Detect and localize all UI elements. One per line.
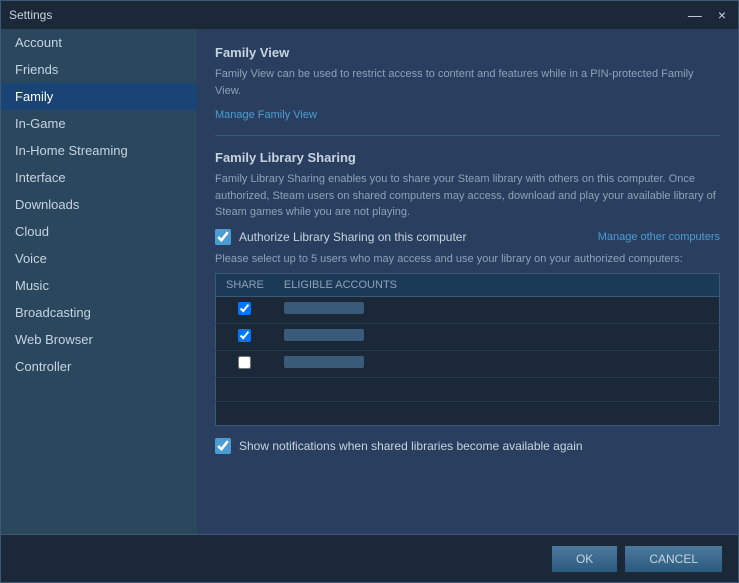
sidebar-item-controller[interactable]: Controller bbox=[1, 353, 197, 380]
row2-checkbox-cell[interactable] bbox=[216, 323, 274, 350]
sidebar-item-music[interactable]: Music bbox=[1, 272, 197, 299]
sidebar-item-cloud[interactable]: Cloud bbox=[1, 218, 197, 245]
notifications-checkbox[interactable] bbox=[215, 438, 231, 454]
cancel-button[interactable]: CANCEL bbox=[625, 546, 722, 572]
row2-checkbox[interactable] bbox=[238, 329, 251, 342]
row3-checkbox-cell[interactable] bbox=[216, 350, 274, 377]
titlebar-controls: — × bbox=[684, 6, 730, 24]
table-empty-row bbox=[216, 377, 720, 401]
family-library-description: Family Library Sharing enables you to sh… bbox=[215, 171, 720, 221]
sidebar: Account Friends Family In-Game In-Home S… bbox=[1, 29, 197, 534]
close-button[interactable]: × bbox=[714, 6, 730, 24]
sidebar-item-downloads[interactable]: Downloads bbox=[1, 191, 197, 218]
row3-account bbox=[274, 350, 720, 377]
sidebar-item-in-game[interactable]: In-Game bbox=[1, 110, 197, 137]
share-column-header: SHARE bbox=[216, 273, 274, 296]
eligible-accounts-table: SHARE ELIGIBLE ACCOUNTS bbox=[215, 273, 720, 426]
table-row bbox=[216, 323, 720, 350]
row1-checkbox[interactable] bbox=[238, 302, 251, 315]
table-row bbox=[216, 296, 720, 323]
settings-window: Settings — × Account Friends Family In-G… bbox=[0, 0, 739, 583]
family-view-title: Family View bbox=[215, 45, 720, 60]
sidebar-item-account[interactable]: Account bbox=[1, 29, 197, 56]
minimize-button[interactable]: — bbox=[684, 6, 706, 24]
window-title: Settings bbox=[9, 8, 52, 22]
content-area: Account Friends Family In-Game In-Home S… bbox=[1, 29, 738, 534]
bottom-bar: OK CANCEL bbox=[1, 534, 738, 582]
manage-other-computers-link[interactable]: Manage other computers bbox=[598, 231, 720, 243]
row2-account bbox=[274, 323, 720, 350]
sidebar-item-family[interactable]: Family bbox=[1, 83, 197, 110]
sidebar-item-voice[interactable]: Voice bbox=[1, 245, 197, 272]
row3-checkbox[interactable] bbox=[238, 356, 251, 369]
family-view-description: Family View can be used to restrict acce… bbox=[215, 66, 720, 99]
authorize-row: Authorize Library Sharing on this comput… bbox=[215, 229, 720, 245]
accounts-column-header: ELIGIBLE ACCOUNTS bbox=[274, 273, 720, 296]
sidebar-item-web-browser[interactable]: Web Browser bbox=[1, 326, 197, 353]
account2-name bbox=[284, 329, 364, 341]
sidebar-item-interface[interactable]: Interface bbox=[1, 164, 197, 191]
titlebar: Settings — × bbox=[1, 1, 738, 29]
notifications-label: Show notifications when shared libraries… bbox=[239, 439, 583, 453]
sidebar-item-friends[interactable]: Friends bbox=[1, 56, 197, 83]
section-divider bbox=[215, 135, 720, 136]
authorize-label: Authorize Library Sharing on this comput… bbox=[239, 230, 466, 244]
table-empty-row bbox=[216, 401, 720, 425]
table-header-row: SHARE ELIGIBLE ACCOUNTS bbox=[216, 273, 720, 296]
manage-family-view-link[interactable]: Manage Family View bbox=[215, 109, 317, 121]
account1-name bbox=[284, 302, 364, 314]
authorize-checkbox-label[interactable]: Authorize Library Sharing on this comput… bbox=[215, 229, 466, 245]
row1-checkbox-cell[interactable] bbox=[216, 296, 274, 323]
row1-account bbox=[274, 296, 720, 323]
ok-button[interactable]: OK bbox=[552, 546, 617, 572]
notifications-checkbox-label[interactable]: Show notifications when shared libraries… bbox=[215, 438, 720, 454]
sidebar-item-in-home-streaming[interactable]: In-Home Streaming bbox=[1, 137, 197, 164]
main-panel: Family View Family View can be used to r… bbox=[197, 29, 738, 534]
sidebar-item-broadcasting[interactable]: Broadcasting bbox=[1, 299, 197, 326]
authorize-checkbox[interactable] bbox=[215, 229, 231, 245]
table-row bbox=[216, 350, 720, 377]
account3-name bbox=[284, 356, 364, 368]
family-library-title: Family Library Sharing bbox=[215, 150, 720, 165]
select-users-text: Please select up to 5 users who may acce… bbox=[215, 253, 720, 265]
